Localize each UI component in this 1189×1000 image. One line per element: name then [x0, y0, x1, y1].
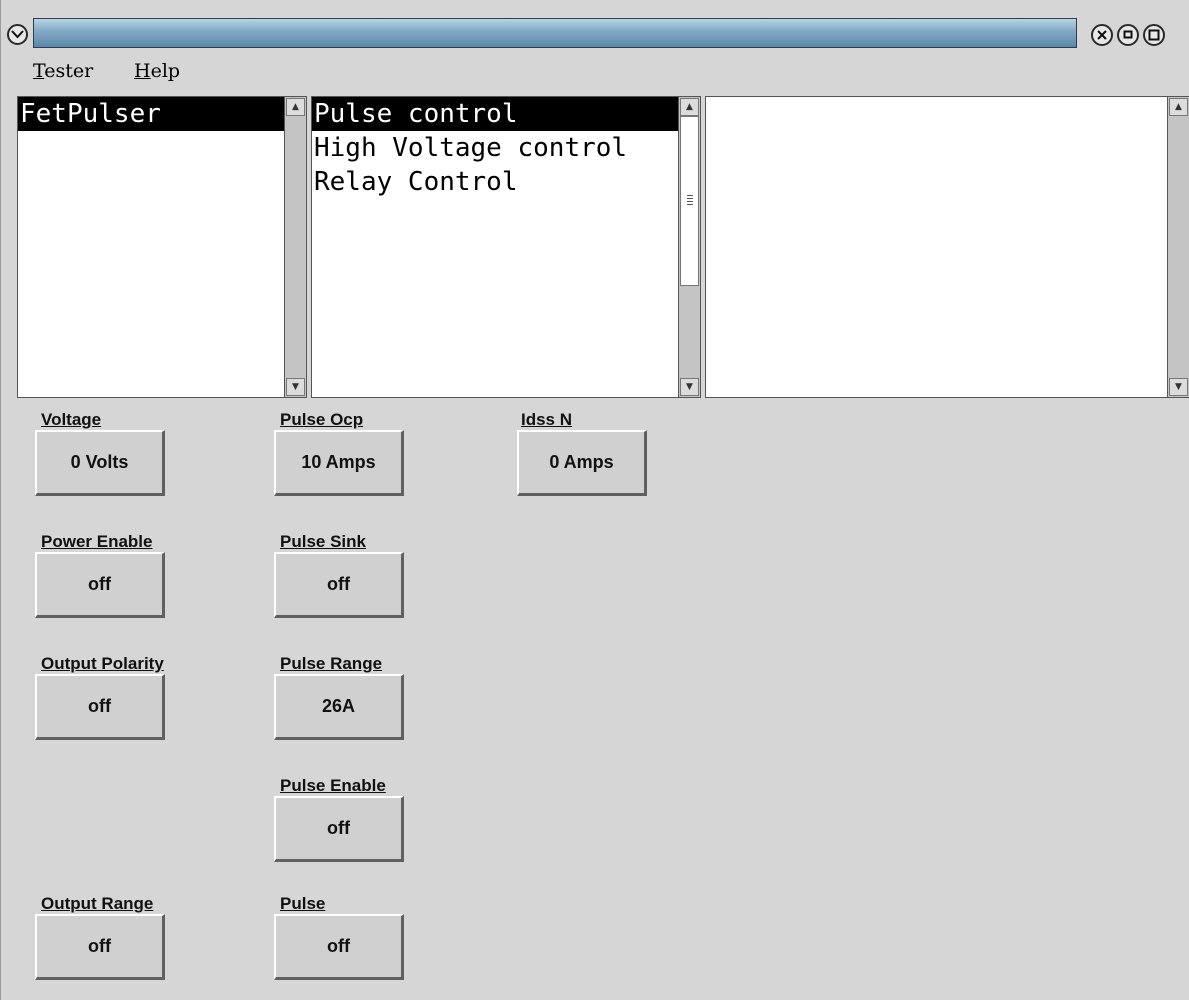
close-button[interactable]	[1091, 24, 1113, 46]
close-icon	[1097, 30, 1107, 40]
pulse-enable-label: Pulse Enable	[280, 776, 386, 795]
scroll-thumb[interactable]	[680, 116, 699, 286]
details-list-pane: ▲ ▼	[705, 96, 1189, 398]
maximize-icon	[1148, 29, 1160, 41]
minimize-icon	[1123, 30, 1133, 39]
voltage-label: Voltage	[41, 410, 102, 429]
window-menu-button[interactable]	[7, 24, 28, 45]
scroll-up-arrow-icon[interactable]: ▲	[680, 98, 699, 116]
idss-n-label: Idss N	[521, 410, 573, 429]
chevron-down-icon	[11, 30, 24, 39]
details-list-scrollbar[interactable]: ▲ ▼	[1167, 97, 1189, 397]
title-bar	[1, 0, 1189, 56]
device-list-scrollbar[interactable]: ▲ ▼	[284, 97, 306, 397]
pulse-enable-button[interactable]: off	[274, 796, 404, 862]
pulse-sink-label: Pulse Sink	[280, 532, 366, 551]
pulse-ocp-label: Pulse Ocp	[280, 410, 364, 429]
menu-tester[interactable]: Tester	[29, 58, 97, 84]
menu-tester-mnemonic: T	[33, 60, 45, 82]
window-title-bar[interactable]	[33, 18, 1077, 48]
list-item[interactable]: High Voltage control	[312, 131, 678, 165]
output-range-label: Output Range	[41, 894, 154, 913]
scroll-up-arrow-icon[interactable]: ▲	[1169, 98, 1188, 116]
application-window: Tester Help FetPulser ▲ ▼ Pulse control …	[0, 0, 1189, 1000]
output-polarity-label: Output Polarity	[41, 654, 164, 673]
pulse-label: Pulse	[280, 894, 326, 913]
power-enable-label: Power Enable	[41, 532, 153, 551]
list-item[interactable]: Pulse control	[312, 97, 678, 131]
pulse-range-label: Pulse Range	[280, 654, 383, 673]
function-list-scrollbar[interactable]: ▲ ▼	[678, 97, 700, 397]
maximize-button[interactable]	[1143, 24, 1165, 46]
menu-help-mnemonic: H	[134, 60, 151, 82]
pulse-button[interactable]: off	[274, 914, 404, 980]
scroll-down-arrow-icon[interactable]: ▼	[680, 378, 699, 396]
output-polarity-button[interactable]: off	[35, 674, 165, 740]
idss-n-button[interactable]: 0 Amps	[517, 430, 647, 496]
menu-help-label: elp	[150, 60, 181, 82]
list-item[interactable]: FetPulser	[18, 97, 284, 131]
pulse-sink-button[interactable]: off	[274, 552, 404, 618]
voltage-button[interactable]: 0 Volts	[35, 430, 165, 496]
scroll-up-arrow-icon[interactable]: ▲	[286, 98, 305, 116]
details-list[interactable]	[706, 97, 1167, 397]
function-list[interactable]: Pulse control High Voltage control Relay…	[312, 97, 678, 397]
output-range-button[interactable]: off	[35, 914, 165, 980]
device-list[interactable]: FetPulser	[18, 97, 284, 397]
minimize-button[interactable]	[1117, 24, 1139, 46]
scroll-down-arrow-icon[interactable]: ▼	[286, 378, 305, 396]
power-enable-button[interactable]: off	[35, 552, 165, 618]
pulse-range-button[interactable]: 26A	[274, 674, 404, 740]
device-list-pane: FetPulser ▲ ▼	[17, 96, 307, 398]
function-list-pane: Pulse control High Voltage control Relay…	[311, 96, 701, 398]
pulse-ocp-button[interactable]: 10 Amps	[274, 430, 404, 496]
scroll-down-arrow-icon[interactable]: ▼	[1169, 378, 1188, 396]
grip-icon	[687, 195, 693, 207]
menu-tester-label: ester	[44, 60, 94, 82]
menu-help[interactable]: Help	[130, 58, 184, 84]
list-item[interactable]: Relay Control	[312, 165, 678, 199]
menu-bar: Tester Help	[1, 56, 1189, 90]
